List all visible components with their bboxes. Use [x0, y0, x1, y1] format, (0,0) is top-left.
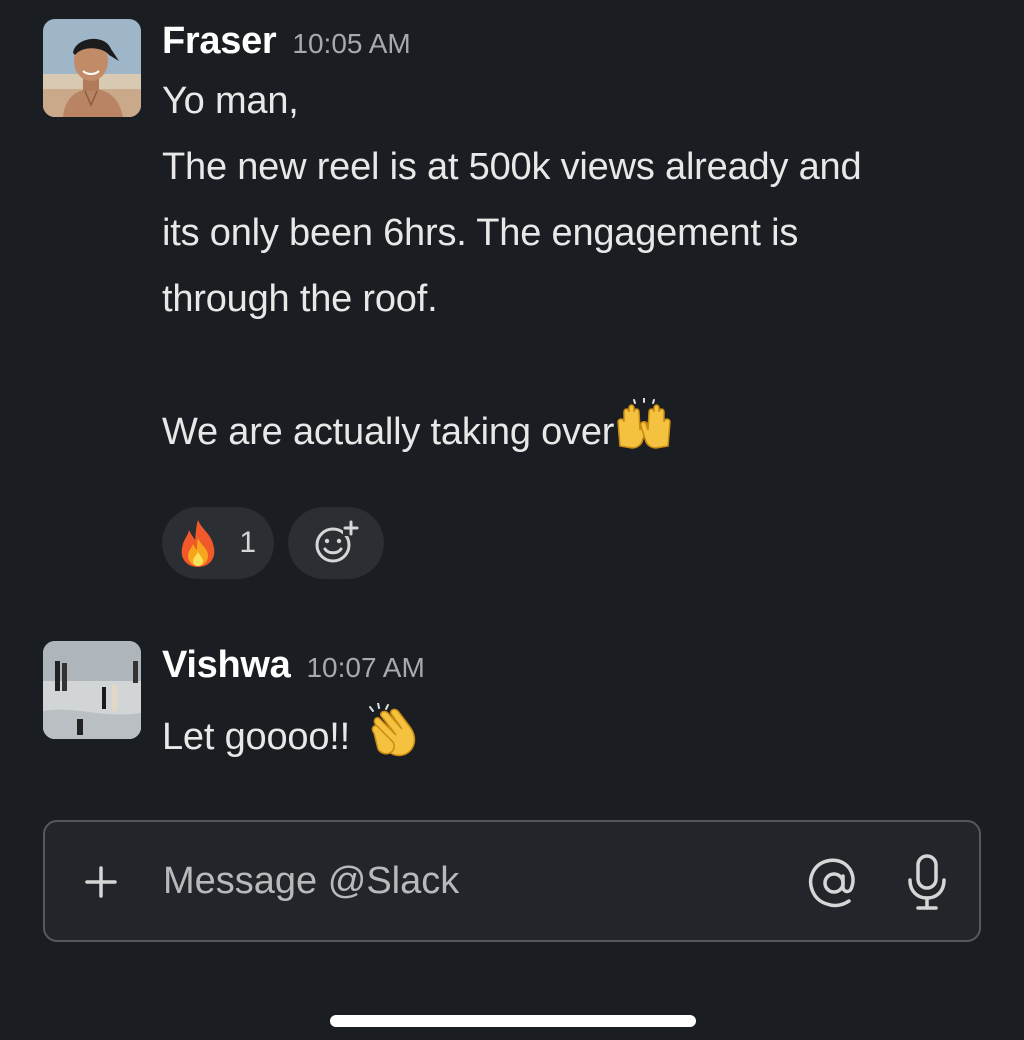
raising-hands-emoji — [614, 398, 674, 450]
microphone-icon[interactable] — [905, 852, 949, 912]
message-line-text: We are actually taking over — [162, 411, 615, 453]
sender-name[interactable]: Fraser — [162, 20, 277, 63]
message-body: Yo man, The new reel is at 500k views al… — [162, 68, 982, 465]
message-line: Let goooo!! — [162, 703, 982, 770]
message-line: its only been 6hrs. The engagement is — [162, 212, 799, 254]
message-body: Let goooo!! — [162, 703, 982, 770]
clapping-hands-emoji — [366, 703, 422, 761]
reaction-count: 1 — [239, 526, 256, 559]
message-line: through the roof. — [162, 278, 438, 320]
home-indicator[interactable] — [330, 1015, 696, 1027]
message-timestamp[interactable]: 10:07 AM — [306, 652, 424, 684]
add-reaction-icon — [313, 520, 359, 566]
fire-emoji — [176, 518, 220, 568]
message-line: Yo man, — [162, 80, 299, 122]
avatar[interactable] — [43, 19, 141, 117]
message-input[interactable] — [163, 856, 783, 906]
sender-name[interactable]: Vishwa — [162, 644, 291, 687]
reaction-fire[interactable]: 1 — [162, 507, 274, 579]
message-line: The new reel is at 500k views already an… — [162, 146, 862, 188]
message-line-last: We are actually taking over — [162, 398, 982, 465]
message-text: Let goooo!! — [162, 716, 350, 758]
at-mention-icon[interactable] — [807, 856, 861, 910]
message-timestamp[interactable]: 10:05 AM — [292, 28, 410, 60]
avatar[interactable] — [43, 641, 141, 739]
plus-icon[interactable] — [81, 862, 121, 902]
reactions-bar: 1 — [162, 507, 384, 579]
message-composer[interactable] — [43, 820, 981, 942]
add-reaction-button[interactable] — [288, 507, 384, 579]
